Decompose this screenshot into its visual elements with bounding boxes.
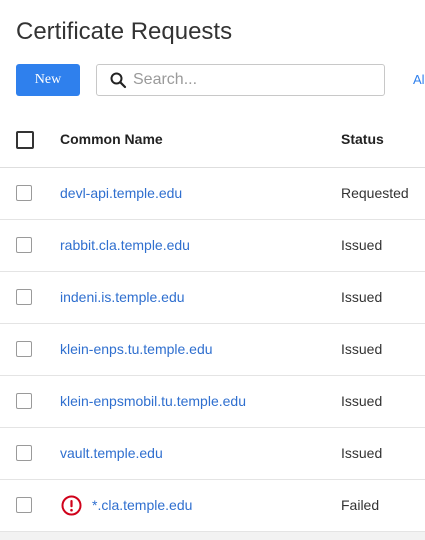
- table-row: indeni.is.temple.edu Issued: [0, 272, 425, 324]
- common-name-link[interactable]: *.cla.temple.edu: [92, 497, 192, 513]
- row-checkbox[interactable]: [16, 185, 32, 201]
- row-checkbox[interactable]: [16, 341, 32, 357]
- row-checkbox[interactable]: [16, 497, 32, 513]
- table-row: klein-enps.tu.temple.edu Issued: [0, 324, 425, 376]
- column-header-common-name[interactable]: Common Name: [60, 131, 163, 147]
- common-name-link[interactable]: rabbit.cla.temple.edu: [60, 237, 190, 253]
- row-checkbox[interactable]: [16, 393, 32, 409]
- search-input[interactable]: [133, 69, 373, 91]
- search-box[interactable]: [96, 64, 385, 96]
- common-name-link[interactable]: indeni.is.temple.edu: [60, 289, 185, 305]
- status-cell: Issued: [341, 341, 383, 357]
- status-cell: Issued: [341, 393, 383, 409]
- filter-link[interactable]: Al: [413, 72, 425, 87]
- common-name-link[interactable]: klein-enps.tu.temple.edu: [60, 341, 213, 357]
- alert-circle-icon: [61, 495, 82, 516]
- table-row: *.cla.temple.edu Failed: [0, 480, 425, 532]
- table-row: rabbit.cla.temple.edu Issued: [0, 220, 425, 272]
- toolbar: New Al: [0, 64, 425, 96]
- common-name-link[interactable]: vault.temple.edu: [60, 445, 163, 461]
- common-name-link[interactable]: klein-enpsmobil.tu.temple.edu: [60, 393, 246, 409]
- status-cell: Failed: [341, 497, 380, 513]
- status-cell: Issued: [341, 237, 383, 253]
- select-all-checkbox[interactable]: [16, 131, 34, 149]
- status-cell: Requested: [341, 185, 409, 201]
- table-header-row: Common Name Status: [0, 114, 425, 168]
- table-row: klein-enpsmobil.tu.temple.edu Issued: [0, 376, 425, 428]
- row-checkbox[interactable]: [16, 237, 32, 253]
- status-cell: Issued: [341, 445, 383, 461]
- new-button[interactable]: New: [16, 64, 80, 96]
- common-name-link[interactable]: devl-api.temple.edu: [60, 185, 182, 201]
- table-row: vault.temple.edu Issued: [0, 428, 425, 480]
- column-header-status[interactable]: Status: [341, 131, 384, 147]
- row-checkbox[interactable]: [16, 445, 32, 461]
- row-checkbox[interactable]: [16, 289, 32, 305]
- search-icon: [110, 72, 127, 89]
- table-row: devl-api.temple.edu Requested: [0, 168, 425, 220]
- status-cell: Issued: [341, 289, 383, 305]
- requests-table: Common Name Status devl-api.temple.edu R…: [0, 114, 425, 532]
- table-footer: [0, 532, 425, 540]
- page-title: Certificate Requests: [16, 18, 233, 45]
